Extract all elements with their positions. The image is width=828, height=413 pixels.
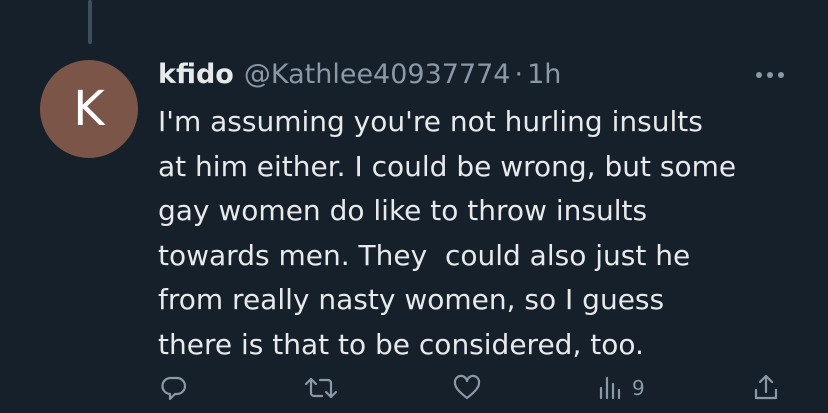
- previous-tweet-actions: [0, 0, 828, 6]
- tweet-header: kfido @Kathlee40937774 · 1h: [158, 57, 561, 93]
- tweet-actions: 9: [0, 370, 828, 410]
- like-icon: [453, 374, 481, 400]
- reply-icon: [161, 376, 187, 401]
- more-horizontal-icon: [756, 72, 784, 78]
- share-icon[interactable]: [755, 0, 779, 10]
- separator-dot: ·: [514, 59, 524, 90]
- views-icon[interactable]: [596, 0, 622, 10]
- reply-icon[interactable]: [168, 0, 192, 10]
- views-count: 9: [632, 376, 645, 400]
- like-button[interactable]: [452, 370, 482, 406]
- retweet-button[interactable]: [302, 370, 340, 406]
- thread-connector-line: [88, 0, 92, 44]
- user-handle[interactable]: @Kathlee40937774: [244, 57, 511, 93]
- views-button[interactable]: 9: [596, 370, 645, 406]
- avatar-letter: K: [73, 81, 105, 137]
- share-button[interactable]: [752, 370, 780, 406]
- display-name[interactable]: kfido: [158, 57, 234, 93]
- retweet-icon: [304, 377, 338, 399]
- views-icon: [599, 376, 621, 400]
- reply-button[interactable]: [160, 370, 188, 406]
- avatar[interactable]: K: [40, 60, 138, 158]
- tweet-text: I'm assuming you're not hurling insults …: [158, 105, 737, 361]
- more-options-button[interactable]: [752, 60, 788, 90]
- timestamp[interactable]: 1h: [527, 57, 561, 93]
- share-icon: [754, 374, 778, 400]
- retweet-icon[interactable]: [318, 0, 348, 10]
